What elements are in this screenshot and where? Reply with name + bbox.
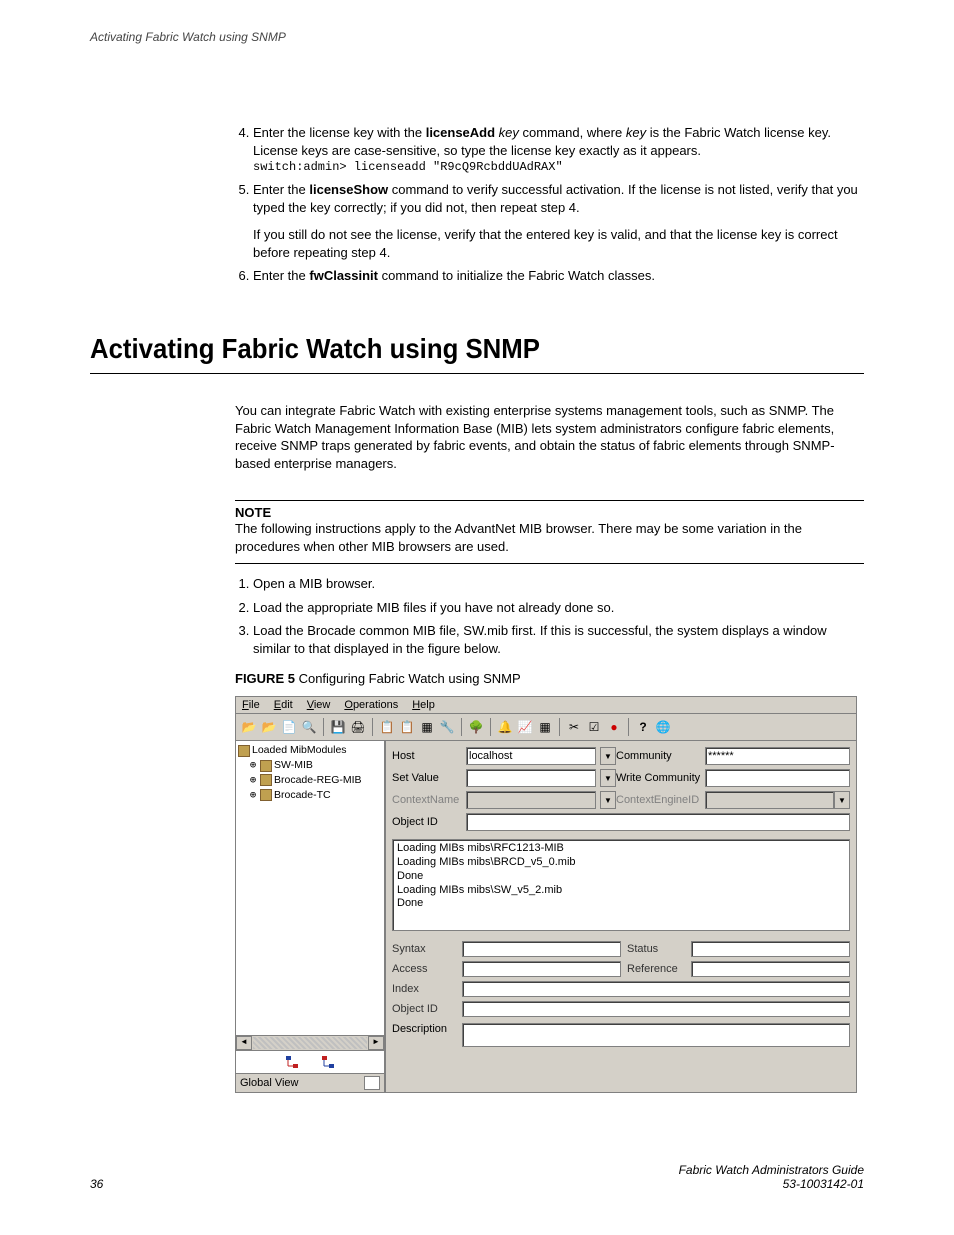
label-writecommunity: Write Community [616, 772, 701, 784]
menu-file[interactable]: File [242, 699, 260, 711]
globe-icon[interactable]: 🌐 [654, 718, 672, 736]
paste-icon[interactable]: 📋 [398, 718, 416, 736]
menubar[interactable]: File Edit View Operations Help [236, 697, 856, 714]
note-block: NOTE The following instructions apply to… [235, 500, 864, 565]
wrench-icon[interactable]: 🔧 [438, 718, 456, 736]
menu-help[interactable]: Help [412, 699, 435, 711]
section-heading: Activating Fabric Watch using SNMP [90, 333, 802, 365]
form-icon[interactable]: ▦ [418, 718, 436, 736]
global-view-label: Global View [240, 1077, 299, 1089]
mib-browser-window: File Edit View Operations Help 📂 📂 📄 🔍 💾… [235, 696, 857, 1093]
setvalue-input[interactable] [466, 769, 596, 787]
global-view-box[interactable] [364, 1076, 380, 1090]
footer-docnum: 53-1003142-01 [679, 1177, 864, 1191]
net-blue-icon[interactable] [321, 1055, 335, 1069]
setvalue-dropdown[interactable]: ▼ [600, 769, 616, 787]
host-dropdown[interactable]: ▼ [600, 747, 616, 765]
page-footer: 36 Fabric Watch Administrators Guide 53-… [90, 1163, 864, 1191]
status-output [691, 941, 850, 957]
help-icon[interactable]: ? [634, 718, 652, 736]
step-b2: Load the appropriate MIB files if you ha… [253, 599, 864, 617]
description-output [462, 1023, 850, 1047]
cut-icon[interactable]: ✂ [565, 718, 583, 736]
right-pane: Host localhost ▼ Community ****** Set Va… [386, 741, 856, 1092]
footer-guide: Fabric Watch Administrators Guide [679, 1163, 864, 1177]
note-body: The following instructions apply to the … [235, 520, 864, 555]
tree-footer-icons [236, 1050, 384, 1073]
label-index: Index [392, 983, 456, 995]
intro-paragraph: You can integrate Fabric Watch with exis… [235, 402, 864, 472]
running-header: Activating Fabric Watch using SNMP [90, 30, 864, 44]
menu-operations[interactable]: Operations [344, 699, 398, 711]
label-host: Host [392, 750, 462, 762]
reference-output [691, 961, 850, 977]
syntax-output [462, 941, 621, 957]
doc-icon[interactable]: 📄 [280, 718, 298, 736]
figure-caption: FIGURE 5 Configuring Fabric Watch using … [235, 671, 864, 686]
mib-tree[interactable]: Loaded MibModules ⊕SW-MIB ⊕Brocade-REG-M… [236, 741, 384, 1035]
global-view-bar: Global View [236, 1073, 384, 1092]
label-description: Description [392, 1023, 456, 1047]
community-input[interactable]: ****** [705, 747, 850, 765]
tree-icon[interactable]: 🌳 [467, 718, 485, 736]
step-6: Enter the fwClassinit command to initial… [253, 267, 864, 285]
label-contextengine: ContextEngineID [616, 794, 701, 806]
label-reference: Reference [627, 963, 685, 975]
open-icon[interactable]: 📂 [240, 718, 258, 736]
label-setvalue: Set Value [392, 772, 462, 784]
label-community: Community [616, 750, 701, 762]
horizontal-scrollbar[interactable]: ◄► [236, 1035, 384, 1050]
step-b1: Open a MIB browser. [253, 575, 864, 593]
contextname-dropdown[interactable]: ▼ [600, 791, 616, 809]
copy-icon[interactable]: 📋 [378, 718, 396, 736]
menu-edit[interactable]: Edit [274, 699, 293, 711]
find-icon[interactable]: 🔍 [300, 718, 318, 736]
label-objectid2: Object ID [392, 1003, 456, 1015]
steps-continued: Enter the license key with the licenseAd… [235, 124, 864, 285]
stop-icon[interactable]: ● [605, 718, 623, 736]
host-input[interactable]: localhost [466, 747, 596, 765]
check-icon[interactable]: ☑ [585, 718, 603, 736]
page-number: 36 [90, 1177, 103, 1191]
note-label: NOTE [235, 500, 864, 520]
index-output [462, 981, 850, 997]
writecommunity-input[interactable] [705, 769, 850, 787]
menu-view[interactable]: View [307, 699, 331, 711]
objectid-input[interactable] [466, 813, 850, 831]
label-access: Access [392, 963, 456, 975]
log-output: Loading MIBs mibs\RFC1213-MIB Loading MI… [392, 839, 850, 931]
step-4: Enter the license key with the licenseAd… [253, 124, 864, 175]
open2-icon[interactable]: 📂 [260, 718, 278, 736]
objectid-output [462, 1001, 850, 1017]
contextengine-input [705, 791, 834, 809]
net-red-icon[interactable] [285, 1055, 299, 1069]
steps-b: Open a MIB browser. Load the appropriate… [235, 575, 864, 657]
label-objectid: Object ID [392, 816, 462, 828]
save-icon[interactable]: 💾 [329, 718, 347, 736]
label-status: Status [627, 943, 685, 955]
step-5: Enter the licenseShow command to verify … [253, 181, 864, 261]
bell-icon[interactable]: 🔔 [496, 718, 514, 736]
contextname-input [466, 791, 596, 809]
tree-pane: Loaded MibModules ⊕SW-MIB ⊕Brocade-REG-M… [236, 741, 386, 1092]
print-icon[interactable]: 🖨 [349, 718, 367, 736]
label-syntax: Syntax [392, 943, 456, 955]
table-icon[interactable]: ▦ [536, 718, 554, 736]
code-sample: switch:admin> licenseadd "R9cQ9RcbddUAdR… [253, 159, 864, 175]
step-b3: Load the Brocade common MIB file, SW.mib… [253, 622, 864, 657]
toolbar: 📂 📂 📄 🔍 💾 🖨 📋 📋 ▦ 🔧 🌳 🔔 📈 ▦ ✂ [236, 714, 856, 741]
contextengine-dropdown[interactable]: ▼ [834, 791, 850, 809]
label-contextname: ContextName [392, 794, 462, 806]
chart-icon[interactable]: 📈 [516, 718, 534, 736]
heading-rule [90, 373, 864, 374]
access-output [462, 961, 621, 977]
